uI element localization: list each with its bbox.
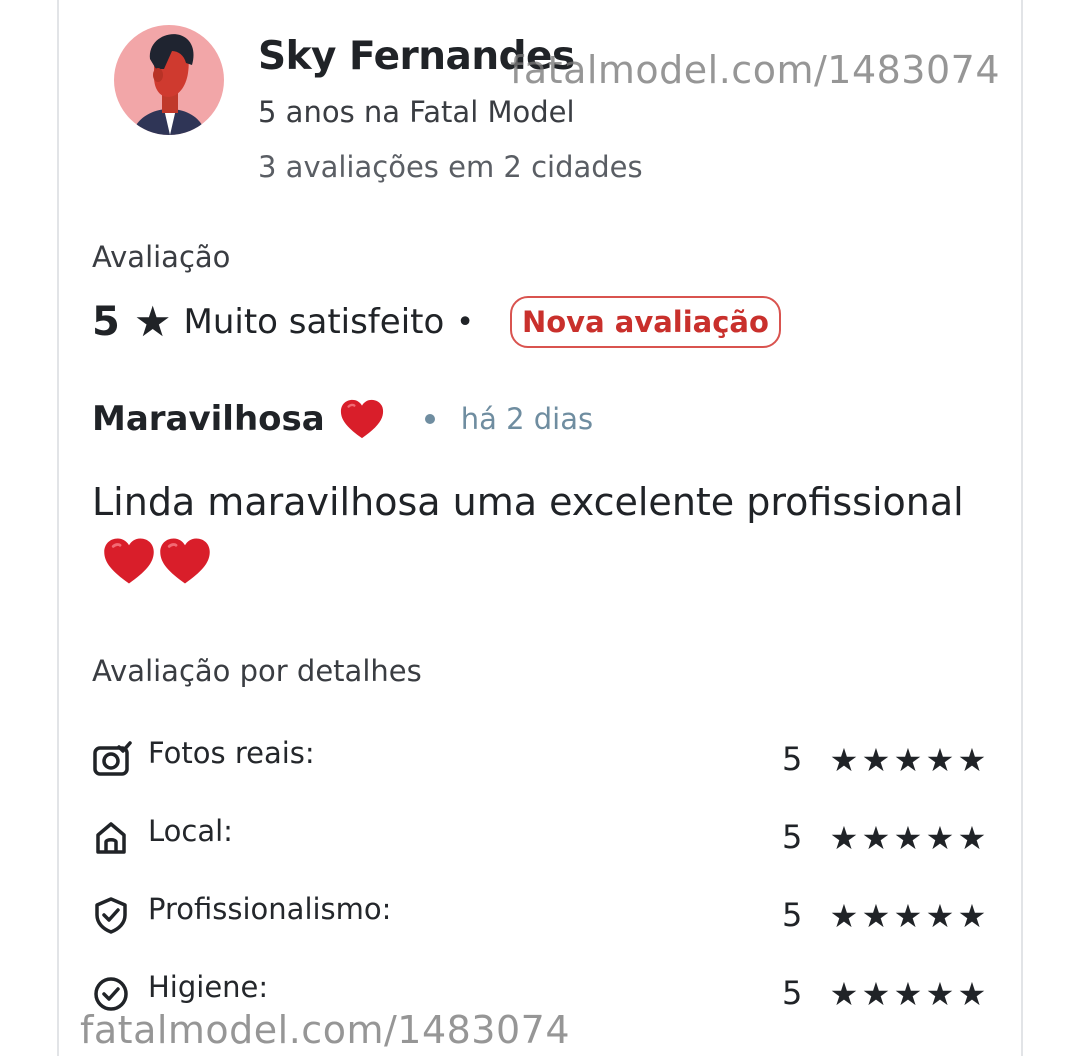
shield-check-icon xyxy=(95,897,127,934)
rating-score: 5 xyxy=(92,299,120,345)
detail-score: 5 xyxy=(782,896,803,934)
star-icon: ★ xyxy=(861,975,891,1013)
heart-icon xyxy=(160,538,210,583)
detail-label: Higiene: xyxy=(148,970,269,1004)
star-icon: ★ xyxy=(829,741,859,779)
review-body: Linda maravilhosa uma excelente profissi… xyxy=(92,474,972,586)
star-icon: ★ xyxy=(133,297,172,346)
star-icon: ★ xyxy=(925,819,955,857)
heart-icon xyxy=(104,538,154,583)
card-border-left xyxy=(57,0,59,1056)
detail-row-fotos-reais: Fotos reais: 5 ★ ★ ★ ★ ★ xyxy=(92,732,992,784)
heart-emojis xyxy=(102,536,214,586)
watermark-top: fatalmodel.com/1483074 xyxy=(510,48,1001,92)
heart-icon xyxy=(340,399,383,439)
star-icon: ★ xyxy=(957,897,987,935)
time-separator-dot xyxy=(424,414,435,424)
detail-label: Fotos reais: xyxy=(148,736,315,770)
star-rating: ★ ★ ★ ★ ★ xyxy=(828,822,988,854)
detail-score: 5 xyxy=(782,818,803,856)
rating-line: 5 ★ Muito satisfeito • Nova avaliação xyxy=(92,294,781,350)
star-rating: ★ ★ ★ ★ ★ xyxy=(828,978,988,1010)
star-icon: ★ xyxy=(925,975,955,1013)
details-label: Avaliação por detalhes xyxy=(92,654,422,688)
star-icon: ★ xyxy=(893,975,923,1013)
reviewer-stats: 3 avaliações em 2 cidades xyxy=(258,150,643,184)
star-icon: ★ xyxy=(925,897,955,935)
detail-score: 5 xyxy=(782,974,803,1012)
star-icon: ★ xyxy=(893,819,923,857)
reviewer-tenure: 5 anos na Fatal Model xyxy=(258,95,575,129)
star-icon: ★ xyxy=(861,897,891,935)
detail-score: 5 xyxy=(782,740,803,778)
star-icon: ★ xyxy=(957,975,987,1013)
star-icon: ★ xyxy=(829,819,859,857)
check-circle-icon xyxy=(94,977,128,1011)
star-icon: ★ xyxy=(861,819,891,857)
star-icon: ★ xyxy=(829,897,859,935)
star-rating: ★ ★ ★ ★ ★ xyxy=(828,900,988,932)
home-icon xyxy=(96,822,126,854)
card-border-right xyxy=(1021,0,1023,1056)
star-icon: ★ xyxy=(861,741,891,779)
review-title-line: Maravilhosa há 2 dias xyxy=(92,392,593,446)
detail-row-profissionalismo: Profissionalismo: 5 ★ ★ ★ ★ ★ xyxy=(92,888,992,940)
star-icon: ★ xyxy=(925,741,955,779)
new-review-badge: Nova avaliação xyxy=(509,296,781,348)
star-icon: ★ xyxy=(957,819,987,857)
rating-label: Avaliação xyxy=(92,240,231,274)
review-text: Linda maravilhosa uma excelente profissi… xyxy=(92,480,964,524)
star-icon: ★ xyxy=(893,897,923,935)
star-icon: ★ xyxy=(893,741,923,779)
detail-label: Profissionalismo: xyxy=(148,892,392,926)
camera-check-icon xyxy=(93,741,132,776)
star-icon: ★ xyxy=(957,741,987,779)
separator-dot: • xyxy=(456,304,474,340)
rating-sentiment: Muito satisfeito xyxy=(183,302,445,342)
review-card: Sky Fernandes 5 anos na Fatal Model 3 av… xyxy=(0,0,1080,1056)
detail-label: Local: xyxy=(148,814,233,848)
review-time: há 2 dias xyxy=(460,402,594,436)
review-title: Maravilhosa xyxy=(92,399,325,439)
star-rating: ★ ★ ★ ★ ★ xyxy=(828,744,988,776)
star-icon: ★ xyxy=(829,975,859,1013)
detail-row-local: Local: 5 ★ ★ ★ ★ ★ xyxy=(92,810,992,862)
watermark-bottom: fatalmodel.com/1483074 xyxy=(80,1008,571,1052)
person-avatar-icon[interactable] xyxy=(114,25,224,135)
